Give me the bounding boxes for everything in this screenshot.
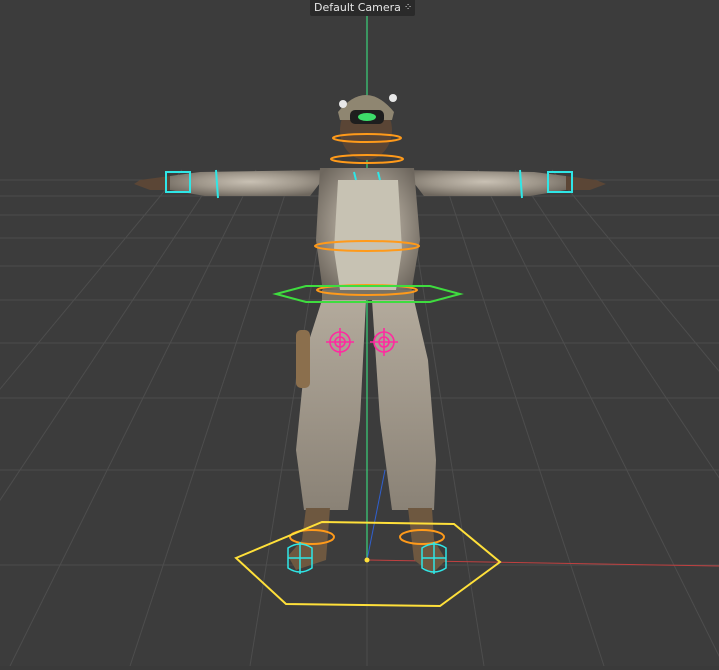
camera-label[interactable]: Default Camera ⁘: [310, 0, 416, 16]
helmet-marker-right: [389, 94, 397, 102]
goggle-lens: [358, 113, 376, 121]
camera-name: Default Camera: [314, 1, 401, 14]
left-arm: [170, 170, 330, 196]
thigh-holster: [296, 330, 310, 388]
left-hand: [134, 176, 170, 190]
chest-panel: [334, 180, 402, 290]
3d-viewport[interactable]: Default Camera ⁘: [0, 0, 719, 667]
camera-menu-icon[interactable]: ⁘: [404, 0, 412, 16]
foot-base-controller[interactable]: [234, 520, 502, 608]
viewport-scene[interactable]: [0, 0, 719, 667]
left-boot: [288, 508, 330, 570]
origin-marker: [364, 557, 370, 563]
right-arm: [404, 170, 566, 196]
z-axis-line: [366, 469, 386, 561]
helmet-marker-left: [339, 100, 347, 108]
soldier-character[interactable]: [134, 94, 606, 574]
